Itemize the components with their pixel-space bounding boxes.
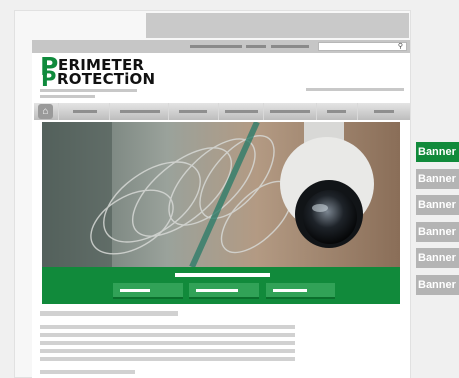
content-text-placeholder — [40, 357, 295, 361]
content-text-placeholder — [40, 370, 135, 374]
nav-item[interactable] — [58, 103, 109, 120]
search-icon[interactable]: ⚲ — [398, 42, 403, 51]
content-text-placeholder — [40, 325, 295, 329]
hero-image — [42, 122, 400, 267]
utility-link[interactable] — [246, 45, 266, 48]
banner-slot-1[interactable]: Banner — [416, 142, 459, 162]
content-text-placeholder — [40, 349, 295, 353]
nav-item[interactable] — [168, 103, 218, 120]
tagline-placeholder — [40, 95, 95, 98]
nav-item[interactable] — [316, 103, 357, 120]
hero-cta-band — [42, 267, 400, 304]
hero-headline-placeholder — [175, 273, 270, 277]
banner-label: Banner — [418, 199, 456, 211]
main-navigation: ⌂ — [34, 103, 410, 120]
nav-item[interactable] — [263, 103, 316, 120]
content-text-placeholder — [40, 341, 295, 345]
utility-link[interactable] — [190, 45, 242, 48]
content-heading-placeholder — [40, 311, 178, 316]
home-icon[interactable]: ⌂ — [38, 104, 53, 119]
banner-slot-2[interactable]: Banner — [416, 169, 459, 189]
banner-label: Banner — [418, 252, 456, 264]
banner-slot-4[interactable]: Banner — [416, 222, 459, 242]
banner-label: Banner — [418, 226, 456, 238]
search-input[interactable]: ⚲ — [318, 42, 407, 51]
tagline-placeholder — [40, 89, 137, 92]
perimeter-protection-logo[interactable]: P ERIMETER P ROTECTiON — [40, 54, 156, 91]
nav-item[interactable] — [357, 103, 410, 120]
logo-initial-p-bottom: P — [41, 67, 57, 91]
utility-bar: ⚲ — [32, 40, 410, 53]
banner-slot-3[interactable]: Banner — [416, 195, 459, 215]
banner-label: Banner — [418, 279, 456, 291]
header-info-placeholder — [306, 88, 404, 91]
banner-slot-5[interactable]: Banner — [416, 248, 459, 268]
banner-slot-6[interactable]: Banner — [416, 275, 459, 295]
nav-item[interactable] — [218, 103, 263, 120]
security-camera-razor-wire-photo — [42, 122, 400, 267]
top-ad-placeholder[interactable] — [146, 13, 409, 38]
banner-label: Banner — [418, 146, 456, 158]
utility-link[interactable] — [271, 45, 309, 48]
website-mockup: ⚲ P ERIMETER P ROTECTiON ⌂ — [32, 40, 410, 378]
banner-label: Banner — [418, 173, 456, 185]
hero-button-3[interactable] — [266, 283, 335, 299]
content-text-placeholder — [40, 333, 295, 337]
hero-button-1[interactable] — [113, 283, 183, 299]
nav-item[interactable] — [109, 103, 168, 120]
logo-line-2: ROTECTiON — [57, 70, 156, 88]
hero-button-2[interactable] — [189, 283, 259, 299]
